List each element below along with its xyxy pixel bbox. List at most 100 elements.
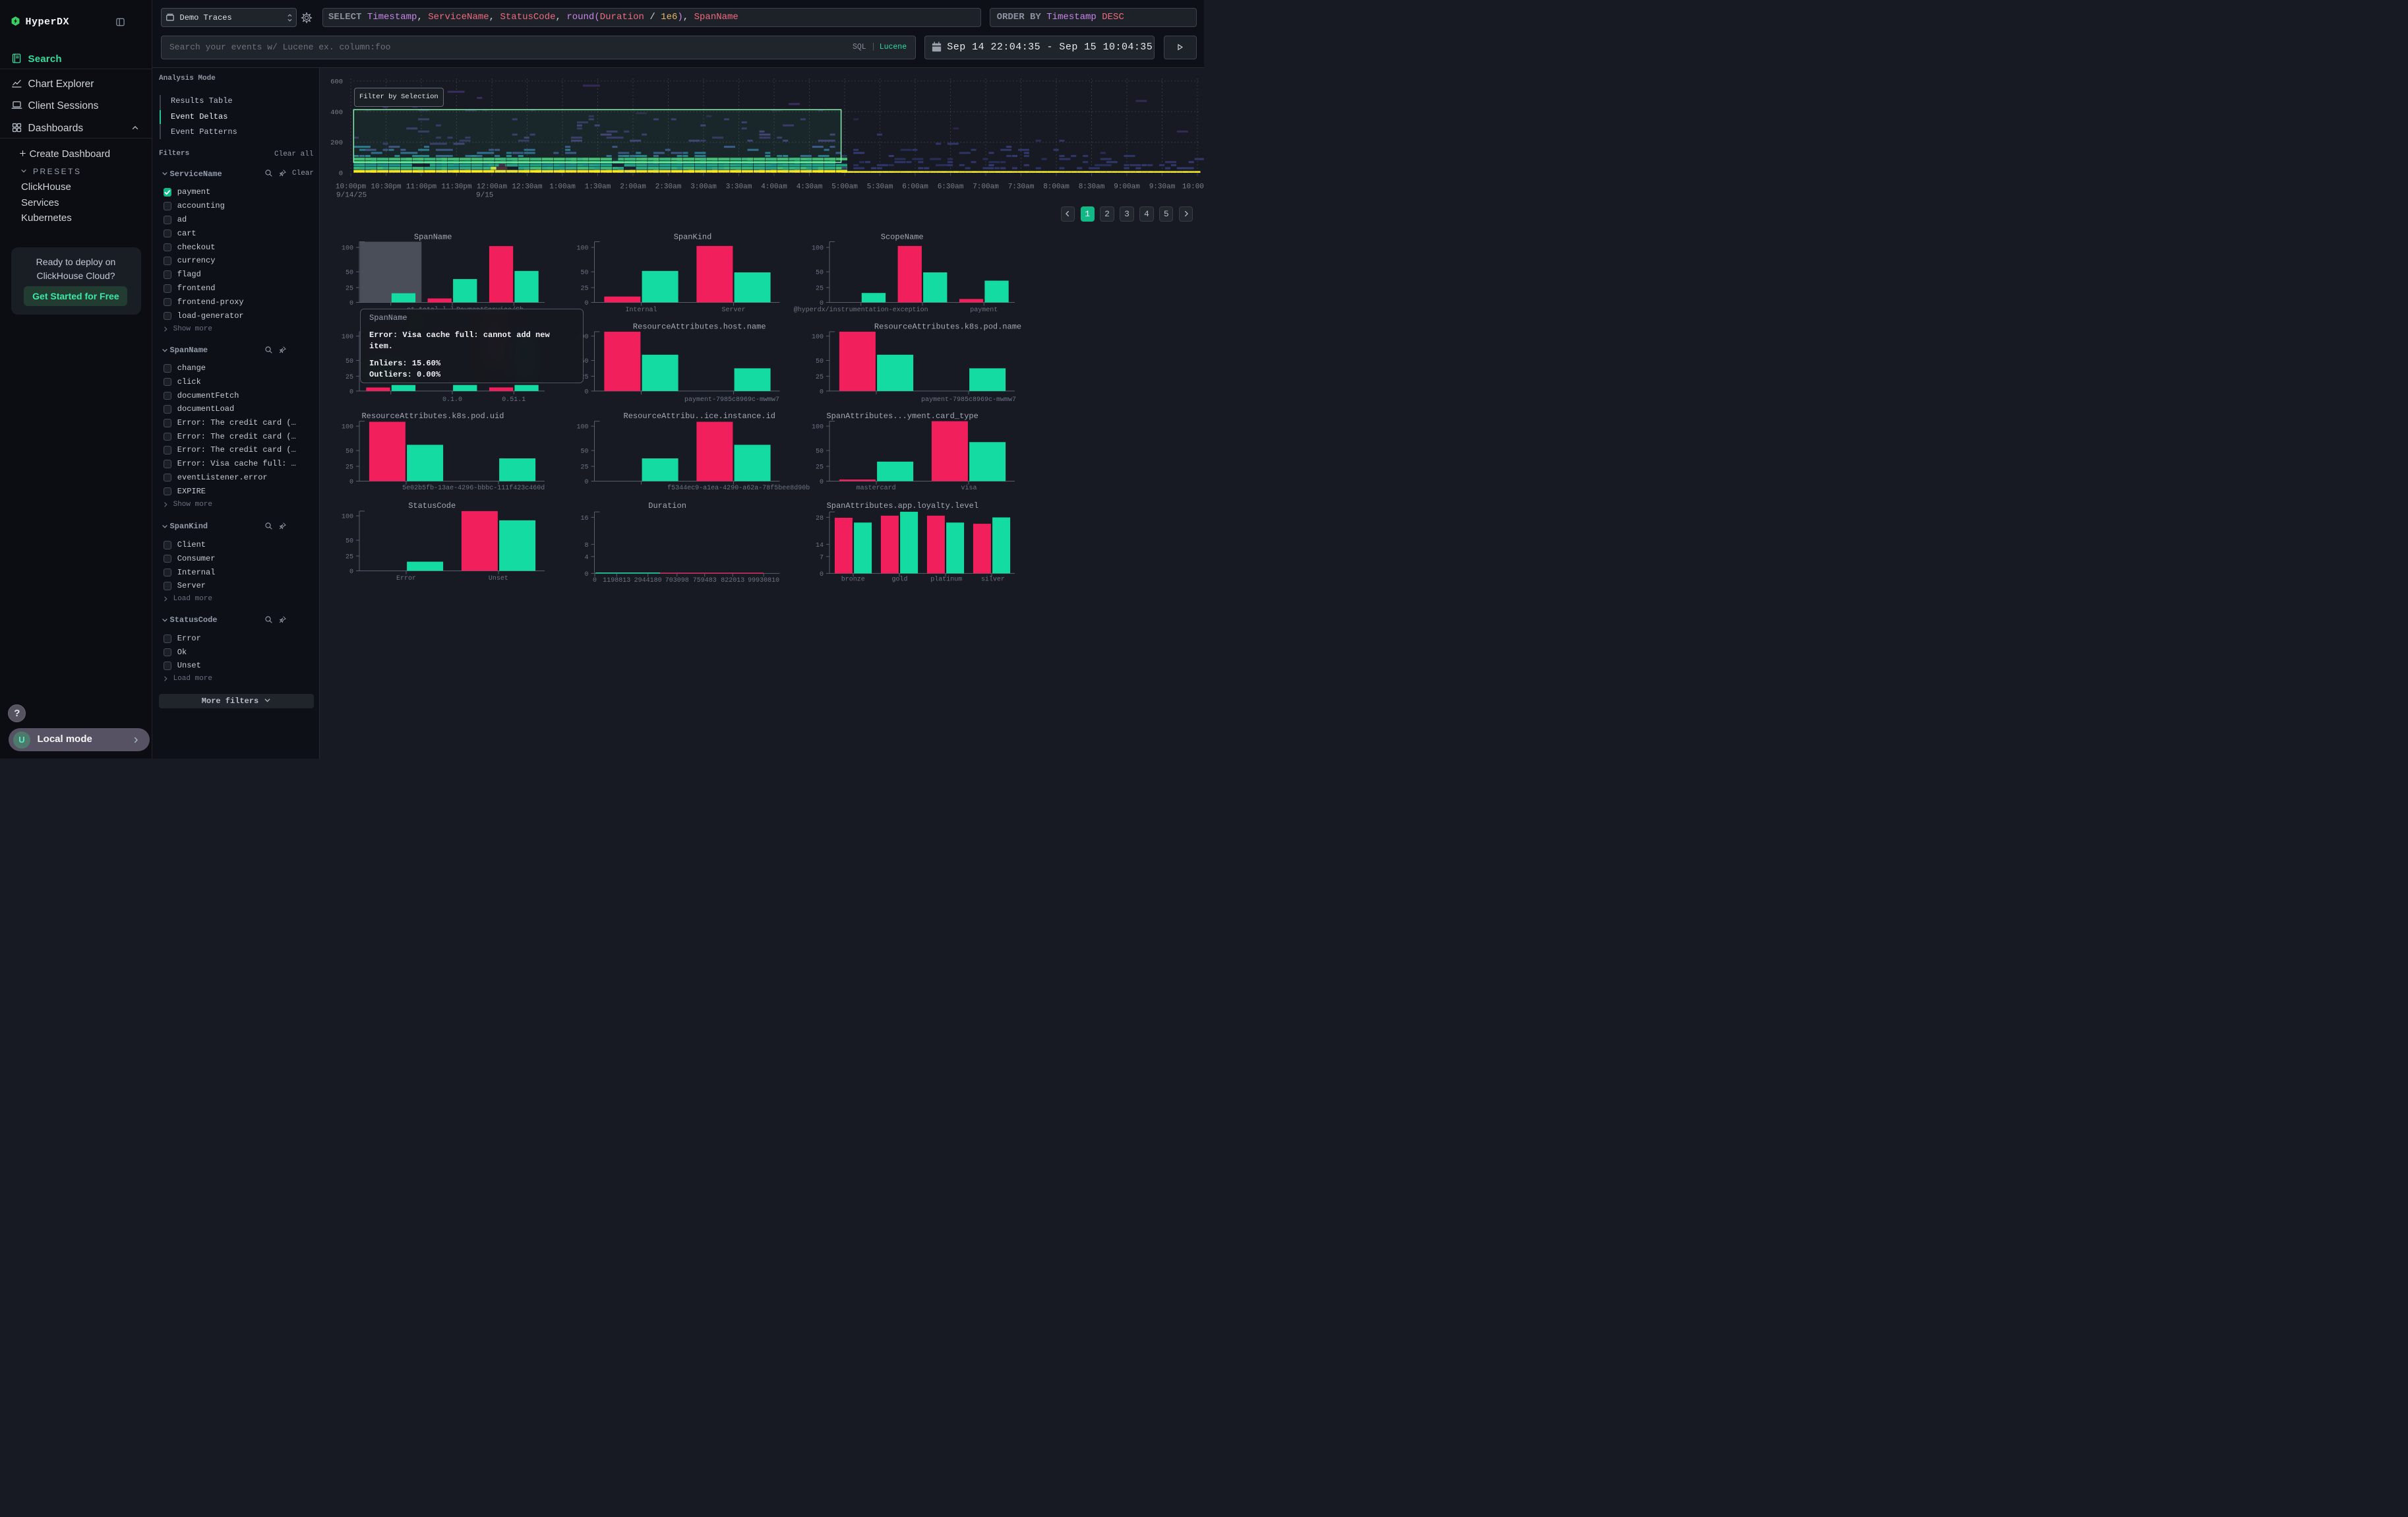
svg-text:1:30am: 1:30am — [585, 183, 611, 191]
svg-text:1198813: 1198813 — [603, 577, 630, 584]
svg-text:payment-7985c8969c-mwmw7: payment-7985c8969c-mwmw7 — [921, 396, 1016, 404]
svg-text:Duration: Duration — [648, 501, 686, 511]
svg-text:6:00am: 6:00am — [902, 183, 928, 191]
svg-text:mastercard: mastercard — [857, 484, 896, 492]
svg-text:50: 50 — [346, 538, 353, 545]
svg-text:gold: gold — [891, 576, 907, 584]
svg-text:0: 0 — [820, 388, 824, 396]
svg-text:400: 400 — [330, 109, 343, 117]
svg-text:3:30am: 3:30am — [726, 183, 752, 191]
svg-text:25: 25 — [346, 464, 353, 472]
svg-text:2944180: 2944180 — [634, 577, 662, 584]
svg-text:50: 50 — [346, 270, 353, 277]
svg-text:0: 0 — [820, 479, 824, 486]
svg-text:0: 0 — [349, 479, 353, 486]
svg-text:25: 25 — [346, 374, 353, 381]
svg-text:8: 8 — [584, 542, 588, 549]
svg-text:0: 0 — [584, 388, 588, 396]
svg-text:50: 50 — [346, 358, 353, 365]
svg-text:50: 50 — [816, 449, 824, 456]
svg-text:0: 0 — [820, 571, 824, 578]
svg-text:7:00am: 7:00am — [973, 183, 999, 191]
svg-text:50: 50 — [816, 358, 824, 365]
svg-text:9/15: 9/15 — [476, 192, 493, 200]
svg-text:100: 100 — [342, 424, 353, 431]
svg-text:SpanAttributes.app.loyalty.lev: SpanAttributes.app.loyalty.level — [827, 501, 978, 511]
svg-text:0: 0 — [593, 577, 597, 584]
svg-text:9:30am: 9:30am — [1149, 183, 1176, 191]
svg-text:50: 50 — [816, 270, 824, 277]
svg-text:5:00am: 5:00am — [831, 183, 858, 191]
svg-text:@hyperdx/instrumentation-excep: @hyperdx/instrumentation-exception — [794, 306, 928, 314]
svg-text:25: 25 — [816, 286, 824, 293]
svg-text:0.51.1: 0.51.1 — [502, 396, 526, 404]
svg-text:25: 25 — [346, 286, 353, 293]
svg-text:100: 100 — [342, 514, 353, 521]
svg-text:platinum: platinum — [930, 576, 962, 584]
svg-text:12:30am: 12:30am — [512, 183, 543, 191]
svg-text:payment: payment — [970, 307, 998, 314]
svg-text:50: 50 — [346, 449, 353, 456]
svg-text:7:30am: 7:30am — [1008, 183, 1035, 191]
svg-text:SpanAttributes...yment.card_ty: SpanAttributes...yment.card_type — [826, 412, 978, 421]
svg-text:5:30am: 5:30am — [867, 183, 893, 191]
svg-text:0: 0 — [349, 569, 353, 576]
svg-text:25: 25 — [580, 286, 588, 293]
svg-text:25: 25 — [816, 374, 824, 381]
svg-text:0: 0 — [349, 388, 353, 396]
svg-text:5e02b5fb-13ae-4296-bbbc-111f42: 5e02b5fb-13ae-4296-bbbc-111f423c460d — [402, 484, 545, 492]
svg-text:ResourceAttributes.k8s.pod.nam: ResourceAttributes.k8s.pod.name — [874, 322, 1021, 331]
svg-text:visa: visa — [961, 484, 977, 492]
svg-text:Error: Error — [396, 575, 416, 582]
svg-text:3:00am: 3:00am — [690, 183, 717, 191]
svg-text:0: 0 — [339, 170, 343, 178]
svg-text:StatusCode: StatusCode — [408, 501, 456, 511]
svg-text:25: 25 — [580, 464, 588, 472]
svg-text:Internal: Internal — [625, 306, 657, 314]
svg-text:50: 50 — [580, 270, 588, 277]
svg-text:25: 25 — [346, 554, 353, 561]
svg-text:99930810: 99930810 — [748, 577, 779, 584]
svg-text:8:00am: 8:00am — [1043, 183, 1069, 191]
svg-text:10:00pm: 10:00pm — [336, 183, 367, 191]
svg-text:600: 600 — [330, 78, 343, 86]
svg-text:9:00am: 9:00am — [1114, 183, 1140, 191]
svg-text:100: 100 — [812, 424, 824, 431]
svg-text:1:00am: 1:00am — [549, 183, 576, 191]
svg-text:100: 100 — [812, 334, 824, 341]
svg-text:759483: 759483 — [693, 577, 717, 584]
svg-text:SpanName: SpanName — [414, 233, 452, 242]
svg-text:10:30pm: 10:30pm — [371, 183, 402, 191]
svg-text:payment-7985c8969c-mwmw7: payment-7985c8969c-mwmw7 — [684, 396, 779, 404]
svg-text:0: 0 — [349, 300, 353, 307]
svg-text:12:00am: 12:00am — [477, 183, 508, 191]
svg-text:50: 50 — [580, 449, 588, 456]
svg-text:0: 0 — [584, 571, 588, 578]
svg-text:ScopeName: ScopeName — [881, 233, 924, 242]
svg-text:200: 200 — [330, 139, 343, 147]
svg-text:ResourceAttributes.k8s.pod.uid: ResourceAttributes.k8s.pod.uid — [361, 412, 504, 421]
svg-text:0.1.0: 0.1.0 — [442, 396, 462, 404]
svg-text:2:00am: 2:00am — [620, 183, 646, 191]
svg-text:703098: 703098 — [665, 577, 689, 584]
svg-text:bronze: bronze — [841, 576, 865, 584]
svg-text:25: 25 — [816, 464, 824, 472]
svg-text:2:30am: 2:30am — [655, 183, 682, 191]
svg-text:100: 100 — [812, 245, 824, 253]
svg-text:7: 7 — [820, 554, 824, 561]
svg-text:4:00am: 4:00am — [761, 183, 787, 191]
svg-text:ResourceAttributes.host.name: ResourceAttributes.host.name — [633, 322, 766, 331]
svg-text:SpanKind: SpanKind — [674, 233, 712, 242]
svg-text:11:30pm: 11:30pm — [441, 183, 472, 191]
svg-text:10:00am: 10:00am — [1182, 183, 1204, 191]
svg-text:822013: 822013 — [721, 577, 744, 584]
svg-text:100: 100 — [576, 245, 588, 253]
svg-text:11:00pm: 11:00pm — [406, 183, 437, 191]
svg-text:100: 100 — [342, 245, 353, 253]
svg-text:14: 14 — [816, 542, 824, 549]
svg-text:100: 100 — [342, 334, 353, 341]
svg-text:16: 16 — [580, 515, 588, 522]
svg-text:28: 28 — [816, 515, 824, 522]
svg-text:0: 0 — [584, 479, 588, 486]
svg-text:4:30am: 4:30am — [797, 183, 823, 191]
